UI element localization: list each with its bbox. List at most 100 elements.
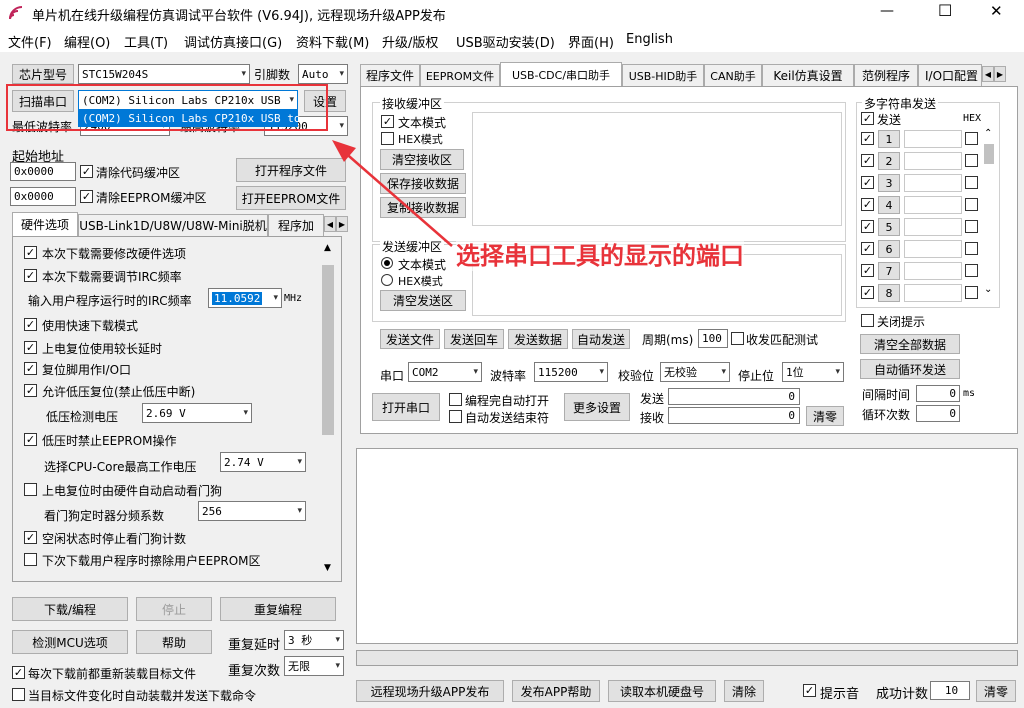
- close-tip-checkbox[interactable]: [861, 314, 874, 327]
- tab-program-encrypt[interactable]: 程序加: [268, 214, 324, 236]
- multi-row-checkbox[interactable]: ✓: [861, 264, 874, 277]
- clear-all-button[interactable]: 清空全部数据: [860, 334, 960, 354]
- parity-select[interactable]: 无校验 ▾: [660, 362, 730, 382]
- log-area[interactable]: [356, 448, 1018, 644]
- recv-textarea[interactable]: [472, 112, 842, 226]
- clear-send-button[interactable]: 清空发送区: [380, 290, 466, 311]
- chip-model-button[interactable]: 芯片型号: [12, 64, 74, 84]
- option-checkbox[interactable]: ✓: [24, 318, 37, 331]
- multi-row-checkbox[interactable]: ✓: [861, 132, 874, 145]
- menu-usb-driver[interactable]: USB驱动安装(D): [456, 32, 555, 51]
- option-checkbox[interactable]: ✓: [24, 433, 37, 446]
- multi-row-input[interactable]: [904, 152, 962, 170]
- multi-row-input[interactable]: [904, 240, 962, 258]
- option-checkbox[interactable]: ✓: [24, 269, 37, 282]
- tab-usb-hid[interactable]: USB-HID助手: [622, 64, 704, 86]
- auto-reload-checkbox[interactable]: [12, 688, 25, 701]
- loop-input[interactable]: 0: [916, 405, 960, 422]
- tab-program-file[interactable]: 程序文件: [360, 64, 420, 86]
- multi-row-hex-checkbox[interactable]: [965, 264, 978, 277]
- multi-row-checkbox[interactable]: ✓: [861, 198, 874, 211]
- scroll-thumb[interactable]: [322, 265, 334, 435]
- maximize-icon[interactable]: ☐: [938, 1, 952, 20]
- cpu-select[interactable]: 2.74 V ▾: [220, 452, 306, 472]
- multi-row-input[interactable]: [904, 284, 962, 302]
- reprogram-button[interactable]: 重复编程: [220, 597, 336, 621]
- minimize-icon[interactable]: —: [880, 3, 894, 19]
- multi-row-checkbox[interactable]: ✓: [861, 154, 874, 167]
- multi-row-checkbox[interactable]: ✓: [861, 242, 874, 255]
- option-checkbox[interactable]: ✓: [24, 246, 37, 259]
- option-checkbox[interactable]: [24, 483, 37, 496]
- multi-row-send-button[interactable]: 2: [878, 152, 900, 170]
- multi-row-hex-checkbox[interactable]: [965, 176, 978, 189]
- tab-io-config[interactable]: I/O口配置: [918, 64, 982, 86]
- multi-row-input[interactable]: [904, 130, 962, 148]
- send-return-button[interactable]: 发送回车: [444, 329, 504, 349]
- open-port-button[interactable]: 打开串口: [372, 393, 440, 421]
- multi-row-input[interactable]: [904, 174, 962, 192]
- menu-english[interactable]: English: [626, 32, 673, 47]
- scroll-down-icon[interactable]: ⌄: [984, 284, 992, 295]
- period-input[interactable]: 100: [698, 329, 728, 348]
- option-checkbox[interactable]: ✓: [24, 531, 37, 544]
- multi-row-input[interactable]: [904, 196, 962, 214]
- more-settings-button[interactable]: 更多设置: [564, 393, 630, 421]
- repeat-count-select[interactable]: 无限 ▾: [284, 656, 344, 676]
- multi-scrollbar[interactable]: ⌃ ⌄: [982, 128, 996, 300]
- serial-port-select[interactable]: COM2 ▾: [408, 362, 482, 382]
- menu-downloads[interactable]: 资料下载(M): [296, 32, 369, 51]
- interval-input[interactable]: 0: [916, 385, 960, 402]
- auto-open-checkbox[interactable]: [449, 393, 462, 406]
- match-test-checkbox[interactable]: [731, 332, 744, 345]
- wdt-select[interactable]: 256 ▾: [198, 501, 306, 521]
- tab-scroll-left-button[interactable]: ◀: [982, 66, 994, 82]
- tab-scroll-right-button[interactable]: ▶: [994, 66, 1006, 82]
- irc-select[interactable]: 11.0592 ▾: [208, 288, 282, 308]
- menu-tools[interactable]: 工具(T): [124, 32, 168, 51]
- multi-row-hex-checkbox[interactable]: [965, 286, 978, 299]
- tab-hardware[interactable]: 硬件选项: [12, 212, 78, 236]
- stop-button[interactable]: 停止: [136, 597, 212, 621]
- multi-row-hex-checkbox[interactable]: [965, 132, 978, 145]
- send-data-button[interactable]: 发送数据: [508, 329, 568, 349]
- send-hex-radio[interactable]: [381, 274, 393, 286]
- code-addr-input[interactable]: 0x0000: [10, 162, 76, 181]
- repeat-delay-select[interactable]: 3 秒 ▾: [284, 630, 344, 650]
- scroll-up-icon[interactable]: ⌃: [984, 128, 992, 139]
- option-checkbox[interactable]: ✓: [24, 384, 37, 397]
- clear-log-button[interactable]: 清除: [724, 680, 764, 702]
- multi-row-send-button[interactable]: 8: [878, 284, 900, 302]
- multi-row-input[interactable]: [904, 262, 962, 280]
- option-checkbox[interactable]: ✓: [24, 362, 37, 375]
- multi-row-checkbox[interactable]: ✓: [861, 220, 874, 233]
- detect-mcu-button[interactable]: 检测MCU选项: [12, 630, 128, 654]
- multi-row-hex-checkbox[interactable]: [965, 198, 978, 211]
- close-icon[interactable]: ✕: [990, 2, 1003, 20]
- tab-examples[interactable]: 范例程序: [854, 64, 918, 86]
- multi-row-send-button[interactable]: 4: [878, 196, 900, 214]
- reset-count-button[interactable]: 清零: [976, 680, 1016, 702]
- scroll-thumb[interactable]: [984, 144, 994, 164]
- option-checkbox[interactable]: ✓: [24, 341, 37, 354]
- multi-row-send-button[interactable]: 6: [878, 240, 900, 258]
- menu-debug[interactable]: 调试仿真接口(G): [184, 32, 282, 51]
- options-scrollbar[interactable]: ▲ ▼: [319, 241, 337, 577]
- chip-model-select[interactable]: STC15W204S ▾: [78, 64, 250, 84]
- reload-checkbox[interactable]: ✓: [12, 666, 25, 679]
- multi-row-checkbox[interactable]: ✓: [861, 286, 874, 299]
- lvd-select[interactable]: 2.69 V ▾: [142, 403, 252, 423]
- multi-row-send-button[interactable]: 1: [878, 130, 900, 148]
- tab-keil[interactable]: Keil仿真设置: [762, 64, 854, 86]
- multi-row-hex-checkbox[interactable]: [965, 154, 978, 167]
- multi-row-hex-checkbox[interactable]: [965, 242, 978, 255]
- tab-can[interactable]: CAN助手: [704, 64, 762, 86]
- multi-row-send-button[interactable]: 3: [878, 174, 900, 192]
- menu-program[interactable]: 编程(O): [64, 32, 110, 51]
- tab-eeprom-file[interactable]: EEPROM文件: [420, 64, 500, 86]
- multi-row-send-button[interactable]: 5: [878, 218, 900, 236]
- multi-row-checkbox[interactable]: ✓: [861, 176, 874, 189]
- sound-checkbox[interactable]: ✓: [803, 684, 816, 697]
- download-button[interactable]: 下载/编程: [12, 597, 128, 621]
- baud-select[interactable]: 115200 ▾: [534, 362, 608, 382]
